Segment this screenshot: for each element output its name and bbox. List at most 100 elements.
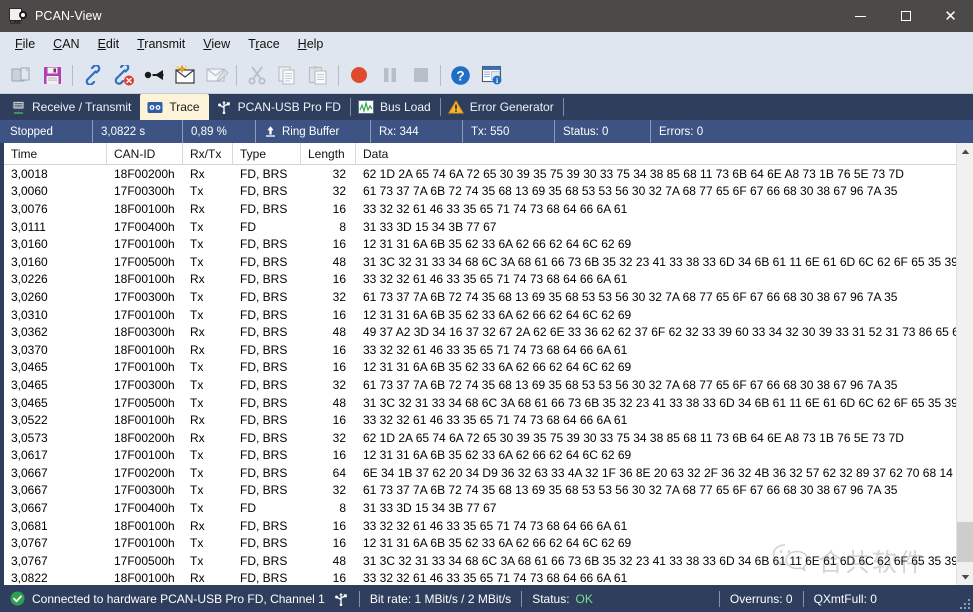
menu-item-view[interactable]: View bbox=[194, 33, 239, 55]
edit-message-icon[interactable] bbox=[201, 60, 232, 91]
column-header-length[interactable]: Length bbox=[301, 143, 356, 165]
stop-icon[interactable] bbox=[405, 60, 436, 91]
table-header-row: Time CAN-ID Rx/Tx Type Length Data bbox=[4, 143, 956, 165]
cell-canid: 17F00400h bbox=[114, 219, 175, 234]
cell-type: FD, BRS bbox=[240, 325, 288, 340]
help-icon[interactable]: ? bbox=[445, 60, 476, 91]
tab-error-generator[interactable]: Error Generator bbox=[441, 94, 563, 120]
menu-item-transmit[interactable]: Transmit bbox=[128, 33, 194, 55]
record-icon[interactable] bbox=[343, 60, 374, 91]
about-icon[interactable]: i bbox=[476, 60, 507, 91]
cell-canid: 17F00100h bbox=[114, 536, 175, 551]
usb-icon bbox=[333, 592, 349, 606]
cell-rxtx: Rx bbox=[190, 430, 205, 445]
usb-icon bbox=[216, 100, 232, 114]
table-row[interactable]: 3,0226 18F00100h Rx FD, BRS 16 33 32 32 61 46… bbox=[4, 271, 956, 289]
table-row[interactable]: 3,0465 17F00300h Tx FD, BRS 32 61 73 37 7A 6B… bbox=[4, 376, 956, 394]
table-row[interactable]: 3,0822 18F00100h Rx FD, BRS 16 33 32 32 61 46… bbox=[4, 570, 956, 585]
cell-time: 3,0160 bbox=[11, 254, 48, 269]
toolbar: ? i bbox=[0, 57, 973, 94]
column-header-time[interactable]: Time bbox=[4, 143, 107, 165]
copy-icon[interactable] bbox=[272, 60, 303, 91]
pause-icon[interactable] bbox=[374, 60, 405, 91]
table-row[interactable]: 3,0617 17F00100h Tx FD, BRS 16 12 31 31 6A 6B… bbox=[4, 447, 956, 465]
table-row[interactable]: 3,0767 17F00500h Tx FD, BRS 48 31 3C 32 31 33… bbox=[4, 552, 956, 570]
overruns-status: Overruns: 0 bbox=[729, 591, 793, 606]
cell-rxtx: Rx bbox=[190, 166, 205, 181]
paste-icon[interactable] bbox=[303, 60, 334, 91]
table-row[interactable]: 3,0018 18F00200h Rx FD, BRS 32 62 1D 2A 65 74… bbox=[4, 165, 956, 183]
cell-time: 3,0667 bbox=[11, 465, 48, 480]
cell-length: 16 bbox=[332, 360, 346, 375]
tab-trace[interactable]: Trace bbox=[140, 94, 209, 120]
cell-length: 64 bbox=[332, 465, 346, 480]
table-row[interactable]: 3,0667 17F00400h Tx FD 8 31 33 3D 15 34 3B 77… bbox=[4, 499, 956, 517]
menu-item-trace[interactable]: Trace bbox=[239, 33, 289, 55]
table-row[interactable]: 3,0060 17F00300h Tx FD, BRS 32 61 73 37 7A 6B… bbox=[4, 183, 956, 201]
table-row[interactable]: 3,0362 18F00300h Rx FD, BRS 48 49 37 A2 3D 34… bbox=[4, 323, 956, 341]
resize-grip[interactable] bbox=[958, 597, 970, 609]
cell-time: 3,0060 bbox=[11, 184, 48, 199]
disconnect-icon[interactable] bbox=[108, 60, 139, 91]
maximize-button[interactable] bbox=[883, 0, 928, 32]
table-row[interactable]: 3,0260 17F00300h Tx FD, BRS 32 61 73 37 7A 6B… bbox=[4, 288, 956, 306]
menu-label-can: AN bbox=[62, 37, 80, 51]
filter-icon[interactable] bbox=[139, 60, 170, 91]
new-message-icon[interactable] bbox=[170, 60, 201, 91]
status-bar: Connected to hardware PCAN-USB Pro FD, C… bbox=[0, 585, 973, 612]
cell-type: FD, BRS bbox=[240, 237, 288, 252]
close-button[interactable]: ✕ bbox=[928, 0, 973, 32]
cell-canid: 18F00100h bbox=[114, 201, 175, 216]
toolbar-separator bbox=[440, 64, 441, 86]
menu-label-edit: dit bbox=[105, 37, 120, 51]
column-header-data[interactable]: Data bbox=[356, 143, 956, 165]
table-row[interactable]: 3,0076 18F00100h Rx FD, BRS 16 33 32 32 61 46… bbox=[4, 200, 956, 218]
connect-icon[interactable] bbox=[77, 60, 108, 91]
column-header-can-id[interactable]: CAN-ID bbox=[107, 143, 183, 165]
table-row[interactable]: 3,0573 18F00200h Rx FD, BRS 32 62 1D 2A 65 74… bbox=[4, 429, 956, 447]
scrollbar-thumb[interactable] bbox=[957, 522, 973, 562]
scrollbar-track[interactable] bbox=[957, 160, 973, 568]
column-header-type[interactable]: Type bbox=[233, 143, 301, 165]
menu-item-file[interactable]: File bbox=[6, 33, 44, 55]
minimize-button[interactable] bbox=[838, 0, 883, 32]
tab-bus-load[interactable]: Bus Load bbox=[351, 94, 440, 120]
cell-rxtx: Tx bbox=[190, 289, 204, 304]
tab-receive-transmit[interactable]: Receive / Transmit bbox=[4, 94, 140, 120]
qxmtfull-status: QXmtFull: 0 bbox=[813, 591, 877, 606]
cell-length: 8 bbox=[339, 501, 346, 516]
table-row[interactable]: 3,0681 18F00100h Rx FD, BRS 16 33 32 32 61 46… bbox=[4, 517, 956, 535]
cell-time: 3,0310 bbox=[11, 307, 48, 322]
table-row[interactable]: 3,0160 17F00500h Tx FD, BRS 48 31 3C 32 31 33… bbox=[4, 253, 956, 271]
open-folder-icon[interactable] bbox=[6, 60, 37, 91]
vertical-scrollbar[interactable] bbox=[956, 143, 973, 585]
cell-data: 12 31 31 6A 6B 35 62 33 6A 62 66 62 64 6… bbox=[363, 448, 632, 463]
window-controls: ✕ bbox=[838, 0, 973, 32]
table-row[interactable]: 3,0111 17F00400h Tx FD 8 31 33 3D 15 34 3B 77… bbox=[4, 218, 956, 236]
cut-icon[interactable] bbox=[241, 60, 272, 91]
table-row[interactable]: 3,0310 17F00100h Tx FD, BRS 16 12 31 31 6A 6B… bbox=[4, 306, 956, 324]
trace-buffer-mode-cell[interactable]: Ring Buffer bbox=[255, 120, 370, 143]
cell-rxtx: Tx bbox=[190, 360, 204, 375]
column-header-rx-tx[interactable]: Rx/Tx bbox=[183, 143, 233, 165]
menu-item-edit[interactable]: Edit bbox=[89, 33, 129, 55]
table-row[interactable]: 3,0370 18F00100h Rx FD, BRS 16 33 32 32 61 46… bbox=[4, 341, 956, 359]
scroll-down-button[interactable] bbox=[957, 568, 973, 585]
scroll-up-button[interactable] bbox=[957, 143, 973, 160]
table-row[interactable]: 3,0667 17F00200h Tx FD, BRS 64 6E 34 1B 37 62… bbox=[4, 464, 956, 482]
table-row[interactable]: 3,0465 17F00100h Tx FD, BRS 16 12 31 31 6A 6B… bbox=[4, 359, 956, 377]
tab-pcan-usb-pro-fd[interactable]: PCAN-USB Pro FD bbox=[209, 94, 350, 120]
trace-state: Stopped bbox=[10, 125, 53, 138]
table-row[interactable]: 3,0160 17F00100h Tx FD, BRS 16 12 31 31 6A 6B… bbox=[4, 235, 956, 253]
cell-rxtx: Rx bbox=[190, 201, 205, 216]
table-row[interactable]: 3,0522 18F00100h Rx FD, BRS 16 33 32 32 61 46… bbox=[4, 411, 956, 429]
table-row[interactable]: 3,0767 17F00100h Tx FD, BRS 16 12 31 31 6A 6B… bbox=[4, 534, 956, 552]
save-icon[interactable] bbox=[37, 60, 68, 91]
tab-label-trace: Trace bbox=[169, 100, 200, 114]
table-row[interactable]: 3,0667 17F00300h Tx FD, BRS 32 61 73 37 7A 6B… bbox=[4, 482, 956, 500]
table-row[interactable]: 3,0465 17F00500h Tx FD, BRS 48 31 3C 32 31 33… bbox=[4, 394, 956, 412]
trace-tx-count: Tx: 550 bbox=[462, 120, 554, 143]
menu-item-can[interactable]: CAN bbox=[44, 33, 88, 55]
cell-data: 12 31 31 6A 6B 35 62 33 6A 62 66 62 64 6… bbox=[363, 360, 632, 375]
menu-item-help[interactable]: Help bbox=[289, 33, 333, 55]
